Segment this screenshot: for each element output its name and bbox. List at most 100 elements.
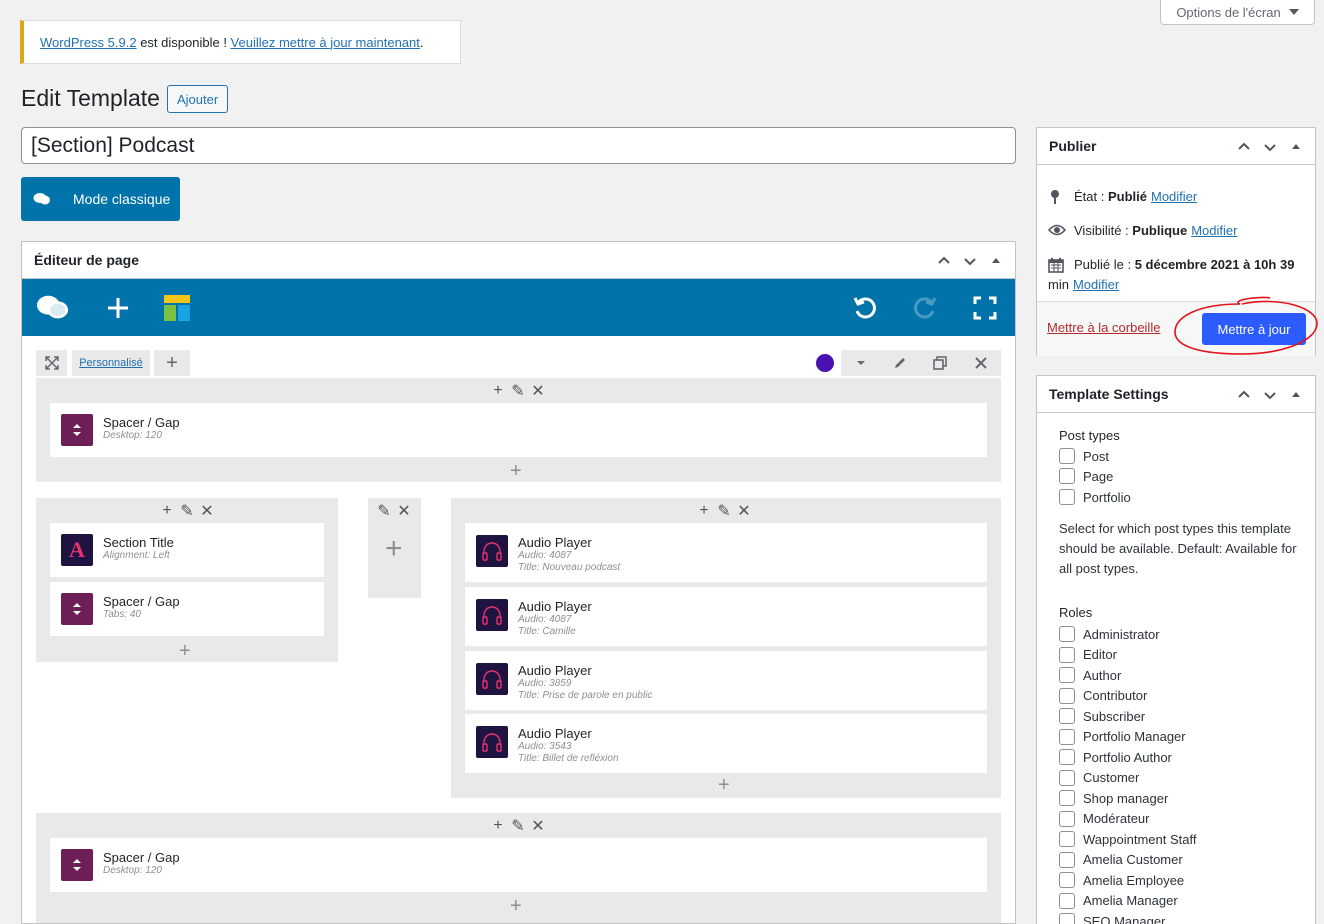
collapse-toggle-icon[interactable] <box>985 250 1007 272</box>
role-checkbox[interactable]: Amelia Customer <box>1059 851 1183 868</box>
checkbox-icon[interactable] <box>1059 708 1075 724</box>
redo-icon[interactable] <box>908 291 942 325</box>
widget-card[interactable]: Audio Player Audio: 4087 Title: Nouveau … <box>465 523 987 582</box>
checkbox-icon[interactable] <box>1059 468 1075 484</box>
wordpress-version-link[interactable]: WordPress 5.9.2 <box>40 35 137 50</box>
classic-mode-label: Mode classique <box>73 191 171 207</box>
role-checkbox[interactable]: Shop manager <box>1059 790 1168 806</box>
post-type-checkbox[interactable]: Post <box>1059 448 1109 464</box>
edit-cell-icon[interactable]: ✎ <box>510 816 526 836</box>
chevron-up-icon[interactable] <box>933 250 955 272</box>
role-checkbox[interactable]: Contributor <box>1059 687 1147 704</box>
checkbox-icon[interactable] <box>1059 626 1075 642</box>
edit-cell-icon[interactable]: ✎ <box>376 501 392 521</box>
caret-down-icon[interactable] <box>841 350 881 376</box>
post-type-checkbox[interactable]: Portfolio <box>1059 489 1131 505</box>
checkbox-icon[interactable] <box>1059 769 1075 786</box>
edit-row-icon[interactable] <box>880 350 920 376</box>
role-checkbox[interactable]: Author <box>1059 667 1121 683</box>
update-now-link[interactable]: Veuillez mettre à jour maintenant <box>231 35 420 50</box>
widget-card[interactable]: Audio Player Audio: 3543 Title: Billet d… <box>465 714 987 773</box>
checkbox-icon[interactable] <box>1059 448 1075 464</box>
add-widget-icon[interactable]: + <box>385 532 403 566</box>
widget-card[interactable]: Spacer / Gap Desktop: 120 <box>50 838 987 892</box>
layouts-icon[interactable] <box>160 291 194 325</box>
published-edit-link[interactable]: Modifier <box>1073 277 1119 292</box>
widget-card[interactable]: Spacer / Gap Desktop: 120 <box>50 403 987 457</box>
role-checkbox[interactable]: SEO Manager <box>1059 913 1165 924</box>
checkbox-icon[interactable] <box>1059 687 1075 704</box>
delete-cell-icon[interactable]: ✕ <box>396 501 412 521</box>
delete-cell-icon[interactable]: ✕ <box>530 381 546 401</box>
checkbox-icon[interactable] <box>1059 831 1075 847</box>
checkbox-icon[interactable] <box>1059 749 1075 765</box>
collapse-toggle-icon[interactable] <box>1285 384 1307 406</box>
role-checkbox[interactable]: Subscriber <box>1059 708 1145 724</box>
checkbox-icon[interactable] <box>1059 728 1075 745</box>
classic-mode-button[interactable]: Mode classique <box>21 177 180 221</box>
duplicate-row-icon[interactable] <box>920 350 960 376</box>
role-checkbox[interactable]: Wappointment Staff <box>1059 831 1196 847</box>
edit-cell-icon[interactable]: ✎ <box>510 381 526 401</box>
widget-card[interactable]: Audio Player Audio: 4087 Title: Camille <box>465 587 987 646</box>
checkbox-icon[interactable] <box>1059 872 1075 888</box>
update-button[interactable]: Mettre à jour <box>1202 313 1306 345</box>
role-checkbox[interactable]: Amelia Employee <box>1059 872 1184 888</box>
chevron-down-icon[interactable] <box>1259 384 1281 406</box>
checkbox-icon[interactable] <box>1059 851 1075 868</box>
role-checkbox[interactable]: Portfolio Author <box>1059 749 1172 765</box>
add-row-icon[interactable]: + <box>154 350 190 376</box>
collapse-toggle-icon[interactable] <box>1285 136 1307 158</box>
template-settings-box: Template Settings Post types Post Page P… <box>1036 375 1316 924</box>
edit-cell-icon[interactable]: ✎ <box>716 501 732 521</box>
row-custom-label[interactable]: Personnalisé <box>72 350 150 376</box>
title-input[interactable]: [Section] Podcast <box>21 127 1016 164</box>
chevron-up-icon[interactable] <box>1233 136 1255 158</box>
screen-options-button[interactable]: Options de l'écran <box>1160 0 1315 25</box>
widget-card[interactable]: Spacer / Gap Tabs: 40 <box>50 582 324 636</box>
checkbox-icon[interactable] <box>1059 790 1075 806</box>
add-widget-icon[interactable]: + <box>696 502 712 520</box>
role-checkbox[interactable]: Portfolio Manager <box>1059 728 1186 745</box>
trash-link[interactable]: Mettre à la corbeille <box>1047 320 1160 335</box>
role-checkbox[interactable]: Administrator <box>1059 626 1160 642</box>
delete-cell-icon[interactable]: ✕ <box>736 501 752 521</box>
role-checkbox[interactable]: Editor <box>1059 646 1117 663</box>
role-checkbox[interactable]: Customer <box>1059 769 1139 786</box>
status-edit-link[interactable]: Modifier <box>1151 187 1197 207</box>
delete-cell-icon[interactable]: ✕ <box>199 501 215 521</box>
siteorigin-logo-icon[interactable] <box>36 291 70 325</box>
fullscreen-icon[interactable] <box>968 291 1002 325</box>
checkbox-icon[interactable] <box>1059 489 1075 505</box>
delete-cell-icon[interactable]: ✕ <box>530 816 546 836</box>
chevron-down-icon[interactable] <box>959 250 981 272</box>
edit-cell-icon[interactable]: ✎ <box>179 501 195 521</box>
checkbox-icon[interactable] <box>1059 646 1075 663</box>
status-row: État : Publié Modifier <box>1048 187 1197 207</box>
add-widget-icon[interactable]: + <box>510 460 522 483</box>
add-new-button[interactable]: Ajouter <box>167 85 229 113</box>
checkbox-icon[interactable] <box>1059 892 1075 909</box>
checkbox-icon[interactable] <box>1059 667 1075 683</box>
role-checkbox[interactable]: Amelia Manager <box>1059 892 1178 909</box>
undo-icon[interactable] <box>848 291 882 325</box>
add-widget-icon[interactable]: + <box>490 382 506 400</box>
delete-row-icon[interactable] <box>960 350 1001 376</box>
add-widget-icon[interactable]: + <box>159 502 175 520</box>
checkbox-icon[interactable] <box>1059 913 1075 924</box>
row-color-swatch[interactable] <box>816 354 834 372</box>
checkbox-icon[interactable] <box>1059 810 1075 827</box>
add-widget-icon[interactable]: + <box>718 774 730 797</box>
role-checkbox[interactable]: Modérateur <box>1059 810 1149 827</box>
chevron-up-icon[interactable] <box>1233 384 1255 406</box>
chevron-down-icon[interactable] <box>1259 136 1281 158</box>
post-type-checkbox[interactable]: Page <box>1059 468 1113 484</box>
widget-card[interactable]: A Section Title Alignment: Left <box>50 523 324 577</box>
add-widget-icon[interactable] <box>101 291 135 325</box>
add-widget-icon[interactable]: + <box>510 895 522 918</box>
add-widget-icon[interactable]: + <box>179 640 191 663</box>
visibility-edit-link[interactable]: Modifier <box>1191 221 1237 241</box>
widget-card[interactable]: Audio Player Audio: 3859 Title: Prise de… <box>465 651 987 710</box>
add-widget-icon[interactable]: + <box>490 817 506 835</box>
expand-icon[interactable] <box>36 350 67 376</box>
